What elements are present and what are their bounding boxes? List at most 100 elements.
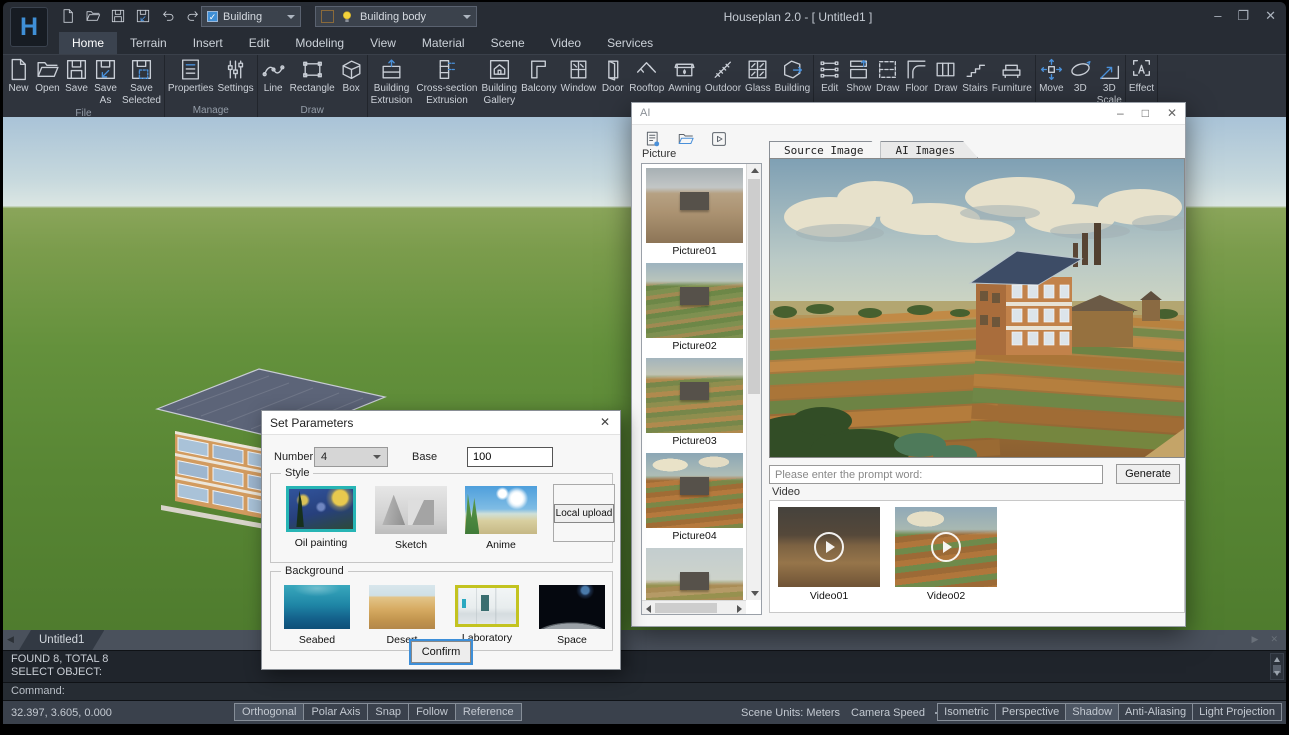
tab-edit[interactable]: Edit [236,32,283,54]
console-scrollbar[interactable] [1270,653,1284,680]
tab-scroll-left-icon[interactable]: ◀ [7,634,14,645]
style-option-sketch[interactable]: Sketch [373,486,449,551]
picture-list-hscrollbar[interactable] [642,600,746,614]
ribbon-new[interactable]: New [4,57,33,95]
ribbon-3d-scale[interactable]: 3D Scale [1095,57,1124,107]
ribbon-glass[interactable]: Glass [743,57,773,95]
ribbon-door[interactable]: Door [598,57,627,95]
ribbon-edit[interactable]: Edit [815,57,844,95]
mode-snap[interactable]: Snap [367,703,409,721]
video-item[interactable]: Video01 [778,507,880,602]
generate-button[interactable]: Generate [1116,464,1180,484]
scroll-down-icon[interactable] [751,591,759,596]
ribbon-save[interactable]: Save [62,57,91,95]
scroll-up-icon[interactable] [1274,657,1280,662]
confirm-button[interactable]: Confirm [411,641,471,663]
scroll-down-icon[interactable] [1274,671,1280,676]
save-as-button[interactable] [134,7,152,25]
redo-button[interactable] [184,7,202,25]
ribbon-box[interactable]: Box [337,57,366,95]
minimize-icon[interactable]: – [1117,106,1124,120]
video-item[interactable]: Video02 [895,507,997,602]
ribbon-properties[interactable]: Properties [166,57,216,95]
material-combo[interactable]: Building body [315,6,477,27]
ribbon-rectangle[interactable]: Rectangle [288,57,337,95]
close-icon[interactable]: ✕ [600,415,610,429]
tab-ai-images[interactable]: AI Images [880,141,978,158]
maximize-icon[interactable]: □ [1142,106,1149,120]
ribbon-save-as[interactable]: Save As [91,57,120,107]
toggle-light-projection[interactable]: Light Projection [1192,703,1282,721]
restore-icon[interactable]: ❐ [1237,8,1249,24]
toggle-shadow[interactable]: Shadow [1065,703,1119,721]
ribbon-awning[interactable]: Awning [666,57,703,95]
ribbon-stairs[interactable]: Stairs [960,57,990,95]
set-parameters-title-bar[interactable]: Set Parameters ✕ [262,411,620,435]
ribbon-floor[interactable]: Floor [902,57,931,95]
mode-polar-axis[interactable]: Polar Axis [303,703,368,721]
open-button[interactable] [84,7,102,25]
ribbon-line[interactable]: Line [259,57,288,95]
toggle-anti-aliasing[interactable]: Anti-Aliasing [1118,703,1193,721]
background-option-desert[interactable]: Desert [368,585,436,646]
command-input-bar[interactable]: Command: [3,682,1286,700]
toggle-isometric[interactable]: Isometric [937,703,996,721]
tab-source-image[interactable]: Source Image [769,141,886,158]
ribbon-outdoor[interactable]: Outdoor [703,57,743,95]
ribbon-show[interactable]: Show [844,57,873,95]
scroll-left-icon[interactable] [646,605,651,613]
toggle-perspective[interactable]: Perspective [995,703,1066,721]
document-tab[interactable]: Untitled1 [19,630,104,650]
ribbon-rooftop[interactable]: Rooftop [627,57,666,95]
mode-orthogonal[interactable]: Orthogonal [234,703,304,721]
play-box-button[interactable] [710,130,728,148]
tab-insert[interactable]: Insert [180,32,236,54]
ribbon-settings[interactable]: Settings [216,57,256,95]
mode-follow[interactable]: Follow [408,703,456,721]
prompt-input[interactable] [769,465,1103,484]
number-select[interactable]: 4 [314,447,388,467]
picture-item[interactable]: Picture04 [646,453,743,544]
tab-home[interactable]: Home [59,32,117,54]
tab-video[interactable]: Video [538,32,594,54]
ribbon-open[interactable]: Open [33,57,62,95]
tab-close-icon[interactable]: ✕ [1270,634,1278,645]
ribbon-move[interactable]: Move [1037,57,1066,95]
tab-view[interactable]: View [357,32,409,54]
local-upload-button[interactable]: Local upload [554,504,614,523]
tab-services[interactable]: Services [594,32,666,54]
checkbox-icon[interactable] [207,11,218,22]
base-input[interactable] [467,447,553,467]
ribbon-3d[interactable]: 3D [1066,57,1095,95]
ribbon-draw[interactable]: Draw [873,57,902,95]
scrollbar-thumb[interactable] [748,179,760,394]
ribbon-save-selected[interactable]: Save Selected [120,57,163,107]
picture-item[interactable] [646,548,743,600]
tab-material[interactable]: Material [409,32,478,54]
style-option-anime[interactable]: Anime [463,486,539,551]
ribbon-balcony[interactable]: Balcony [519,57,559,95]
tab-terrain[interactable]: Terrain [117,32,180,54]
close-icon[interactable]: ✕ [1167,106,1177,120]
close-icon[interactable]: ✕ [1265,8,1276,24]
ribbon-furniture[interactable]: Furniture [990,57,1034,95]
tab-scroll-right-icon[interactable]: ▶ [1252,634,1259,645]
open-blue-button[interactable] [677,130,695,148]
ribbon-cross-section-extrusion[interactable]: Cross-section Extrusion [414,57,479,107]
layer-combo[interactable]: Building [201,6,301,27]
picture-list-vscrollbar[interactable] [746,164,761,600]
scrollbar-thumb[interactable] [655,603,717,613]
save-button[interactable] [109,7,127,25]
ribbon-draw[interactable]: Draw [931,57,960,95]
background-option-seabed[interactable]: Seabed [283,585,351,646]
style-option-oil-painting[interactable]: Oil painting [283,486,359,551]
tab-modeling[interactable]: Modeling [282,32,357,54]
picture-item[interactable]: Picture03 [646,358,743,449]
ribbon-window[interactable]: Window [559,57,599,95]
picture-item[interactable]: Picture01 [646,168,743,259]
undo-button[interactable] [159,7,177,25]
ai-dialog-title-bar[interactable]: AI – □ ✕ [632,103,1185,125]
mode-reference[interactable]: Reference [455,703,522,721]
ribbon-effect[interactable]: Effect [1127,57,1156,95]
scroll-right-icon[interactable] [737,605,742,613]
